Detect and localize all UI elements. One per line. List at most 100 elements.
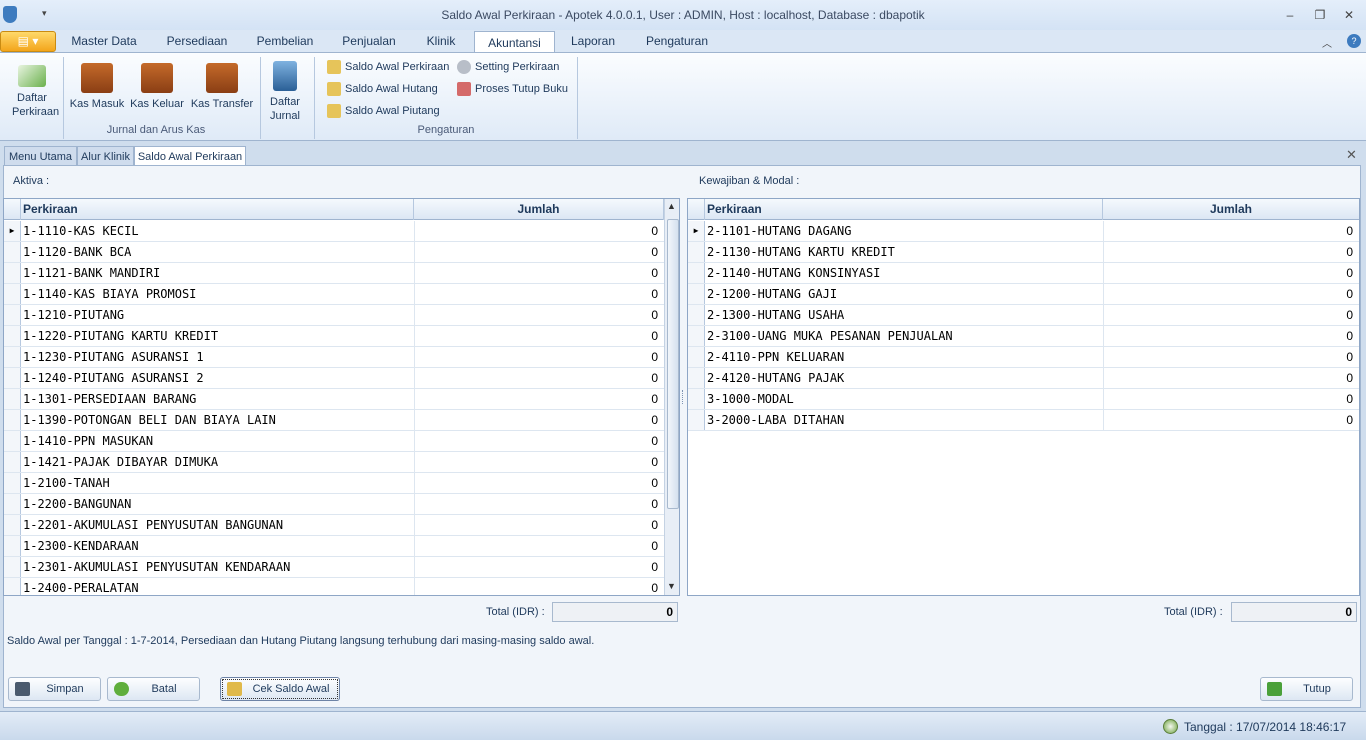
cell-perkiraan[interactable]: 1-1301-PERSEDIAAN BARANG: [23, 389, 196, 409]
help-icon[interactable]: ?: [1347, 34, 1361, 48]
saldo-awal-piutang-button[interactable]: Saldo Awal Piutang: [327, 101, 440, 121]
row-indicator[interactable]: [688, 389, 705, 409]
batal-button[interactable]: Batal: [107, 677, 200, 701]
vertical-scrollbar[interactable]: ▲ ▼: [664, 199, 679, 595]
row-indicator[interactable]: [688, 368, 705, 388]
cell-jumlah[interactable]: 0: [1103, 221, 1359, 241]
cell-jumlah[interactable]: 0: [1103, 389, 1359, 409]
kewajiban-grid[interactable]: Perkiraan Jumlah ▶ 2-1101-HUTANG DAGANG 0 2…: [687, 198, 1360, 596]
tab-pembelian[interactable]: Pembelian: [248, 30, 322, 52]
tab-penjualan[interactable]: Penjualan: [334, 30, 404, 52]
row-indicator[interactable]: [688, 347, 705, 367]
cell-jumlah[interactable]: 0: [414, 431, 664, 451]
saldo-awal-perkiraan-button[interactable]: Saldo Awal Perkiraan: [327, 57, 449, 77]
cell-perkiraan[interactable]: 2-3100-UANG MUKA PESANAN PENJUALAN: [707, 326, 953, 346]
current-row-indicator-icon[interactable]: ▶: [688, 221, 705, 241]
cell-perkiraan[interactable]: 1-1121-BANK MANDIRI: [23, 263, 160, 283]
daftar-perkiraan-button[interactable]: Daftar Perkiraan: [6, 57, 59, 119]
maximize-button[interactable]: ❐: [1311, 7, 1329, 23]
scroll-up-icon[interactable]: ▲: [667, 201, 676, 211]
cell-jumlah[interactable]: 0: [1103, 347, 1359, 367]
cell-perkiraan[interactable]: 1-1140-KAS BIAYA PROMOSI: [23, 284, 196, 304]
cell-perkiraan[interactable]: 2-1200-HUTANG GAJI: [707, 284, 837, 304]
scroll-down-icon[interactable]: ▼: [667, 581, 676, 591]
table-row[interactable]: 1-2400-PERALATAN 0: [4, 578, 664, 595]
cell-jumlah[interactable]: 0: [414, 452, 664, 472]
cek-saldo-awal-button[interactable]: Cek Saldo Awal: [220, 677, 340, 701]
cell-perkiraan[interactable]: 2-1101-HUTANG DAGANG: [707, 221, 852, 241]
row-indicator[interactable]: [4, 284, 21, 304]
table-row[interactable]: 3-2000-LABA DITAHAN 0: [688, 410, 1359, 431]
row-indicator[interactable]: [4, 536, 21, 556]
table-row[interactable]: 1-2201-AKUMULASI PENYUSUTAN BANGUNAN 0: [4, 515, 664, 536]
cell-perkiraan[interactable]: 2-1130-HUTANG KARTU KREDIT: [707, 242, 895, 262]
kas-masuk-button[interactable]: Kas Masuk: [68, 57, 126, 111]
table-row[interactable]: ▶ 2-1101-HUTANG DAGANG 0: [688, 221, 1359, 242]
splitter-handle[interactable]: [682, 390, 685, 404]
cell-jumlah[interactable]: 0: [414, 284, 664, 304]
column-header-perkiraan[interactable]: Perkiraan: [705, 199, 1103, 220]
cell-perkiraan[interactable]: 3-1000-MODAL: [707, 389, 794, 409]
table-row[interactable]: 1-1220-PIUTANG KARTU KREDIT 0: [4, 326, 664, 347]
tab-persediaan[interactable]: Persediaan: [158, 30, 236, 52]
cell-perkiraan[interactable]: 3-2000-LABA DITAHAN: [707, 410, 844, 430]
column-header-jumlah[interactable]: Jumlah: [414, 199, 664, 220]
table-row[interactable]: 1-1410-PPN MASUKAN 0: [4, 431, 664, 452]
tab-akuntansi[interactable]: Akuntansi: [474, 31, 555, 53]
table-row[interactable]: 2-4110-PPN KELUARAN 0: [688, 347, 1359, 368]
row-indicator[interactable]: [4, 305, 21, 325]
cell-jumlah[interactable]: 0: [414, 368, 664, 388]
ribbon-collapse-icon[interactable]: ︿: [1322, 35, 1332, 50]
tab-klinik[interactable]: Klinik: [418, 30, 464, 52]
cell-perkiraan[interactable]: 1-1240-PIUTANG ASURANSI 2: [23, 368, 204, 388]
cell-jumlah[interactable]: 0: [414, 410, 664, 430]
table-row[interactable]: 1-2200-BANGUNAN 0: [4, 494, 664, 515]
cell-perkiraan[interactable]: 1-2201-AKUMULASI PENYUSUTAN BANGUNAN: [23, 515, 283, 535]
row-indicator[interactable]: [688, 242, 705, 262]
row-indicator[interactable]: [4, 431, 21, 451]
cell-jumlah[interactable]: 0: [1103, 326, 1359, 346]
row-indicator[interactable]: [4, 326, 21, 346]
table-row[interactable]: 1-1210-PIUTANG 0: [4, 305, 664, 326]
row-indicator[interactable]: [4, 410, 21, 430]
cell-jumlah[interactable]: 0: [414, 494, 664, 514]
cell-perkiraan[interactable]: 2-1300-HUTANG USAHA: [707, 305, 844, 325]
doc-tab-menu-utama[interactable]: Menu Utama: [4, 146, 77, 166]
cell-perkiraan[interactable]: 1-1230-PIUTANG ASURANSI 1: [23, 347, 204, 367]
cell-perkiraan[interactable]: 1-1390-POTONGAN BELI DAN BIAYA LAIN: [23, 410, 276, 430]
cell-perkiraan[interactable]: 1-1410-PPN MASUKAN: [23, 431, 153, 451]
row-indicator[interactable]: [4, 494, 21, 514]
row-indicator[interactable]: [688, 263, 705, 283]
table-row[interactable]: 2-1140-HUTANG KONSINYASI 0: [688, 263, 1359, 284]
minimize-button[interactable]: –: [1281, 7, 1299, 23]
cell-jumlah[interactable]: 0: [414, 515, 664, 535]
cell-jumlah[interactable]: 0: [1103, 263, 1359, 283]
doc-tab-saldo-awal-perkiraan[interactable]: Saldo Awal Perkiraan: [134, 146, 246, 167]
cell-perkiraan[interactable]: 1-2200-BANGUNAN: [23, 494, 131, 514]
row-indicator[interactable]: [688, 410, 705, 430]
row-indicator[interactable]: [4, 368, 21, 388]
proses-tutup-buku-button[interactable]: Proses Tutup Buku: [457, 79, 568, 99]
table-row[interactable]: 1-2300-KENDARAAN 0: [4, 536, 664, 557]
table-row[interactable]: 2-4120-HUTANG PAJAK 0: [688, 368, 1359, 389]
row-indicator[interactable]: [4, 242, 21, 262]
simpan-button[interactable]: Simpan: [8, 677, 101, 701]
row-indicator[interactable]: [4, 263, 21, 283]
row-indicator[interactable]: [4, 452, 21, 472]
column-header-perkiraan[interactable]: Perkiraan: [21, 199, 414, 220]
setting-perkiraan-button[interactable]: Setting Perkiraan: [457, 57, 559, 77]
table-row[interactable]: 2-3100-UANG MUKA PESANAN PENJUALAN 0: [688, 326, 1359, 347]
row-indicator[interactable]: [4, 515, 21, 535]
cell-jumlah[interactable]: 0: [414, 326, 664, 346]
table-row[interactable]: 1-1421-PAJAK DIBAYAR DIMUKA 0: [4, 452, 664, 473]
row-indicator[interactable]: [4, 557, 21, 577]
cell-perkiraan[interactable]: 1-1120-BANK BCA: [23, 242, 131, 262]
table-row[interactable]: ▶ 1-1110-KAS KECIL 0: [4, 221, 664, 242]
table-row[interactable]: 2-1130-HUTANG KARTU KREDIT 0: [688, 242, 1359, 263]
cell-jumlah[interactable]: 0: [414, 557, 664, 577]
kas-transfer-button[interactable]: Kas Transfer: [188, 57, 256, 111]
row-indicator[interactable]: [688, 305, 705, 325]
aktiva-grid[interactable]: Perkiraan Jumlah ▶ 1-1110-KAS KECIL 0 1-112…: [3, 198, 680, 596]
saldo-awal-hutang-button[interactable]: Saldo Awal Hutang: [327, 79, 438, 99]
tab-pengaturan[interactable]: Pengaturan: [636, 30, 718, 52]
